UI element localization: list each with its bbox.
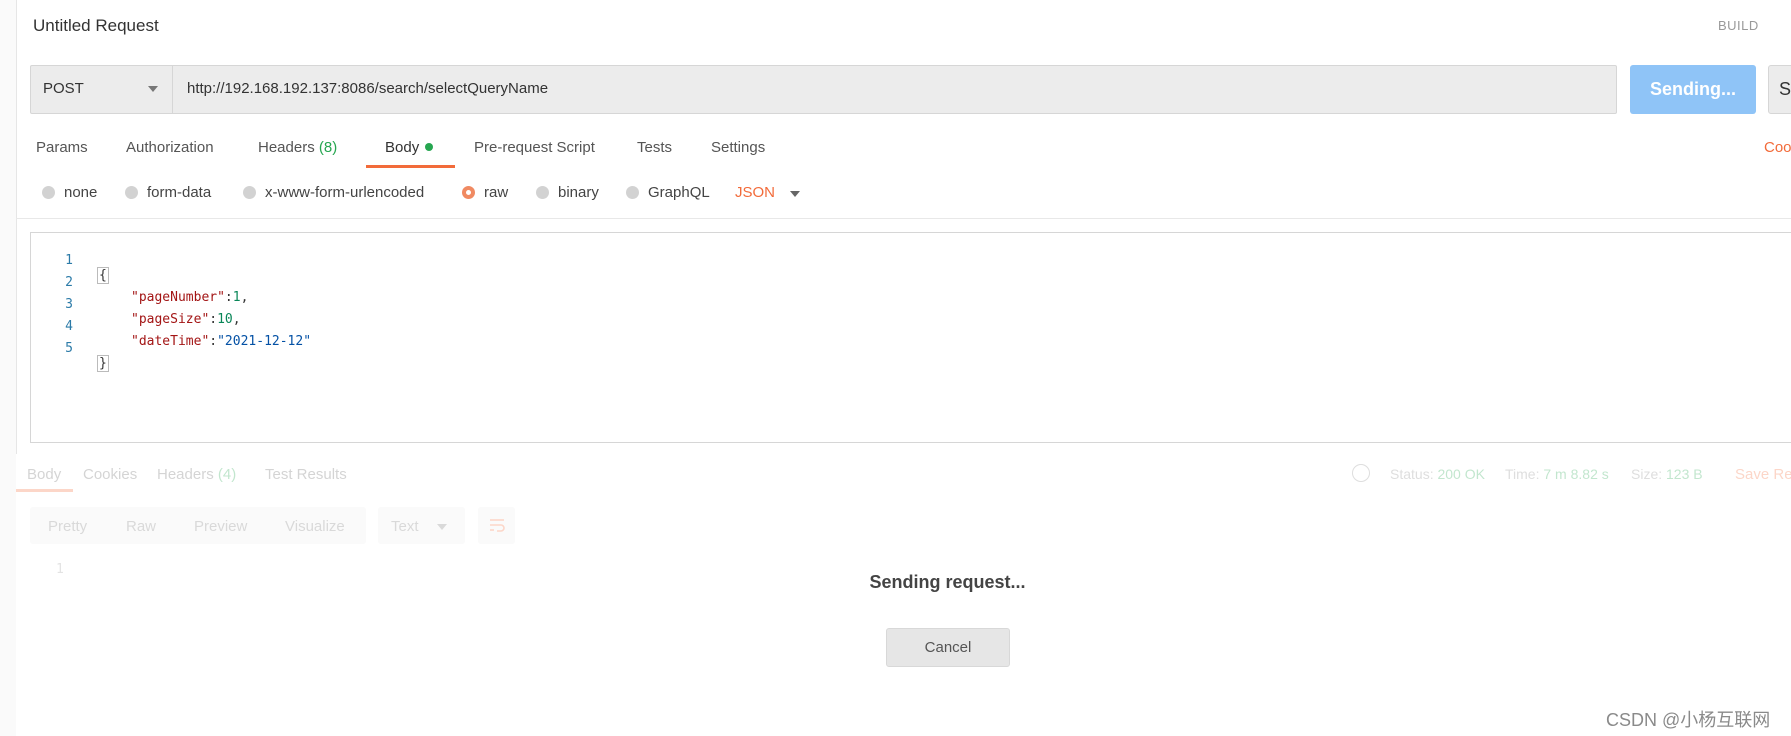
radio-binary[interactable]: binary: [536, 184, 599, 201]
radio-label: binary: [558, 184, 599, 201]
body-indicator-dot: [425, 143, 434, 152]
tab-authorization[interactable]: Authorization: [126, 139, 214, 156]
tab-headers-label: Headers: [258, 139, 315, 156]
format-raw[interactable]: Raw: [126, 518, 156, 535]
response-panel: [16, 454, 1791, 736]
save-response-button[interactable]: Save Re: [1735, 466, 1791, 483]
format-pretty[interactable]: Pretty: [48, 518, 87, 535]
tab-headers[interactable]: Headers (8): [258, 139, 337, 156]
line-number: 5: [65, 341, 73, 356]
editor-line: 4 "dateTime":"2021-12-12": [31, 304, 311, 349]
json-comma: ,: [240, 290, 249, 305]
chevron-down-icon: [437, 524, 447, 530]
request-title[interactable]: Untitled Request: [33, 16, 159, 36]
method-select[interactable]: POST: [30, 65, 173, 114]
time-label: Time:: [1505, 466, 1540, 482]
close-brace: }: [97, 355, 109, 372]
time-meta: Time: 7 m 8.82 s: [1505, 466, 1609, 482]
radio-label: none: [64, 184, 98, 201]
tab-settings[interactable]: Settings: [711, 139, 765, 156]
method-label: POST: [43, 80, 84, 97]
watermark: CSDN @小杨互联网: [1606, 710, 1771, 730]
resp-active-underline: [16, 489, 73, 492]
radio-label: raw: [484, 184, 509, 201]
editor-line: 1 {: [31, 238, 109, 284]
status-label: Status:: [1390, 466, 1434, 482]
active-tab-underline: [366, 165, 455, 168]
radio-urlencoded[interactable]: x-www-form-urlencoded: [243, 184, 424, 201]
chevron-down-icon[interactable]: [790, 191, 800, 197]
save-button[interactable]: Sa: [1768, 65, 1791, 114]
tab-tests[interactable]: Tests: [637, 139, 672, 156]
radio-label: form-data: [147, 184, 212, 201]
status-meta: Status: 200 OK: [1390, 466, 1485, 482]
size-value: 123 B: [1666, 466, 1703, 482]
radio-circle: [626, 186, 639, 199]
resp-tab-cookies[interactable]: Cookies: [83, 466, 137, 483]
wrap-lines-icon: [490, 519, 505, 532]
editor-line: 5 }: [31, 326, 109, 372]
radio-raw[interactable]: raw: [462, 184, 508, 201]
editor-line: 2 "pageNumber":1,: [31, 260, 248, 305]
body-editor[interactable]: 1 { 2 "pageNumber":1, 3 "pageSize":10, 4…: [30, 232, 1791, 443]
open-brace: {: [97, 267, 109, 284]
json-key: "pageNumber": [131, 290, 225, 305]
resp-headers-count: (4): [217, 466, 237, 483]
radio-circle: [125, 186, 138, 199]
sending-request-message: Sending request...: [869, 572, 1026, 592]
text-type-label: Text: [391, 518, 419, 535]
status-value: 200 OK: [1437, 466, 1485, 482]
resp-tab-body[interactable]: Body: [27, 466, 61, 483]
json-key: "dateTime": [131, 334, 210, 349]
json-value: 10: [217, 312, 233, 327]
radio-graphql[interactable]: GraphQL: [626, 184, 710, 201]
tab-body-label: Body: [385, 139, 420, 156]
json-key: "pageSize": [131, 312, 210, 327]
globe-icon[interactable]: [1352, 464, 1370, 482]
cancel-button[interactable]: Cancel: [886, 628, 1010, 667]
radio-circle: [536, 186, 549, 199]
json-sep: :: [224, 290, 233, 305]
json-sep: :: [209, 334, 218, 349]
size-meta: Size: 123 B: [1631, 466, 1703, 482]
tab-body[interactable]: Body: [385, 139, 434, 156]
tab-params[interactable]: Params: [36, 139, 88, 156]
json-comma: ,: [232, 312, 241, 327]
language-select[interactable]: JSON: [735, 184, 775, 201]
url-input[interactable]: http://192.168.192.137:8086/search/selec…: [187, 80, 548, 97]
build-mode-label[interactable]: BUILD: [1718, 18, 1759, 33]
radio-none[interactable]: none: [42, 184, 97, 201]
json-value: "2021-12-12": [217, 334, 312, 349]
radio-circle: [42, 186, 55, 199]
editor-line: 3 "pageSize":10,: [31, 282, 240, 327]
send-button[interactable]: Sending...: [1630, 65, 1756, 114]
tab-pre-request-script[interactable]: Pre-request Script: [474, 139, 595, 156]
format-preview[interactable]: Preview: [194, 518, 247, 535]
headers-count: (8): [318, 139, 338, 156]
chevron-down-icon: [148, 86, 158, 92]
resp-tab-headers-label: Headers: [157, 466, 214, 483]
radio-label: x-www-form-urlencoded: [265, 184, 425, 201]
left-rail: [0, 0, 17, 736]
resp-tab-test-results[interactable]: Test Results: [265, 466, 347, 483]
radio-circle-selected: [462, 186, 475, 199]
radio-form-data[interactable]: form-data: [125, 184, 211, 201]
format-visualize[interactable]: Visualize: [285, 518, 345, 535]
time-value: 7 m 8.82 s: [1543, 466, 1609, 482]
size-label: Size:: [1631, 466, 1663, 482]
cookies-link[interactable]: Coo: [1764, 139, 1791, 156]
divider: [16, 218, 1791, 219]
json-sep: :: [209, 312, 218, 327]
radio-label: GraphQL: [648, 184, 710, 201]
json-value: 1: [232, 290, 241, 305]
resp-tab-headers[interactable]: Headers (4): [157, 466, 236, 483]
radio-circle: [243, 186, 256, 199]
